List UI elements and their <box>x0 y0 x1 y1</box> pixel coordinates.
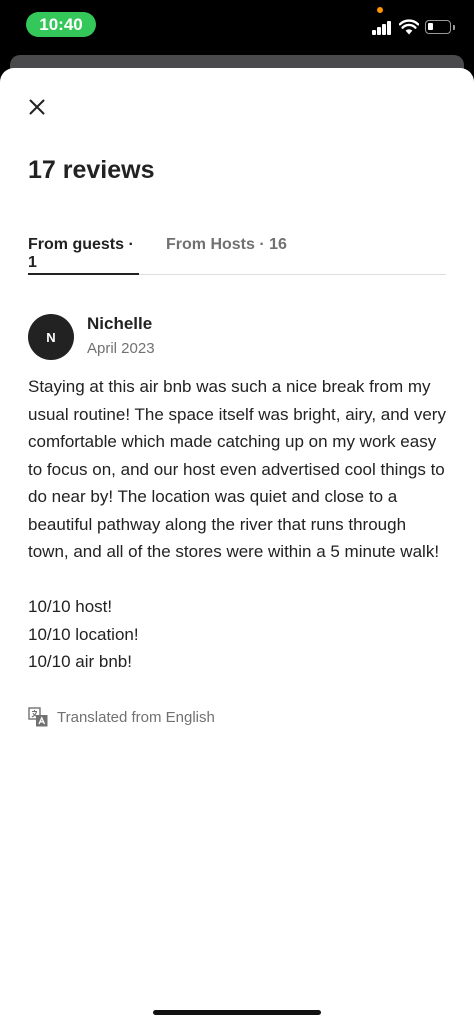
battery-icon <box>425 20 455 34</box>
privacy-indicator-dot <box>377 7 383 13</box>
review-tabs: From guests · 1 From Hosts · 16 <box>28 228 446 275</box>
review-text: Staying at this air bnb was such a nice … <box>28 377 446 671</box>
close-button[interactable] <box>22 92 52 122</box>
cellular-signal-icon <box>372 21 392 35</box>
translation-note-text: Translated from English <box>57 708 215 726</box>
avatar[interactable]: N <box>28 314 74 360</box>
status-time: 10:40 <box>26 12 96 37</box>
tab-from-guests[interactable]: From guests · 1 <box>28 236 139 275</box>
status-bar: 10:40 <box>0 0 474 56</box>
tab-from-hosts[interactable]: From Hosts · 16 <box>166 236 287 275</box>
translate-icon <box>28 707 48 727</box>
wifi-icon <box>399 19 419 35</box>
reviewer-name: Nichelle <box>87 314 153 333</box>
reviews-title: 17 reviews <box>28 156 155 184</box>
close-icon <box>29 99 45 115</box>
translation-note: Translated from English <box>28 707 215 727</box>
home-indicator[interactable] <box>153 1010 321 1015</box>
reviews-modal: 17 reviews From guests · 1 From Hosts · … <box>0 68 474 1025</box>
review-date: April 2023 <box>87 340 155 357</box>
